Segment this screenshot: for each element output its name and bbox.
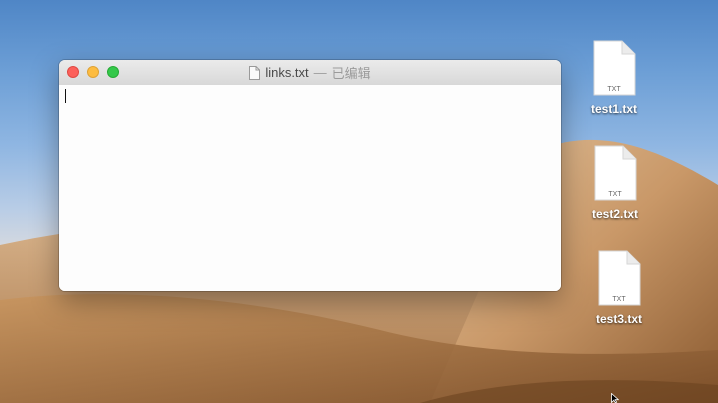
desktop-file-test2[interactable]: TXT test2.txt [575,145,655,221]
file-type-badge: TXT [608,191,622,198]
title-bar[interactable]: links.txt — 已编辑 [59,60,561,86]
desktop-file-test1[interactable]: TXT test1.txt [574,40,654,116]
text-caret [65,89,66,103]
edited-status: 已编辑 [331,66,371,81]
desktop-file-test3[interactable]: TXT test3.txt [579,250,659,326]
mouse-pointer-icon [611,393,619,403]
file-name-label: test2.txt [591,207,638,221]
title-separator: — [313,65,327,80]
file-type-badge: TXT [612,296,626,303]
file-name-label: test3.txt [595,312,642,326]
txt-file-icon: TXT [593,40,636,96]
desktop: links.txt — 已编辑 TXT test1.txt TXT test2.… [0,0,718,403]
window-title: links.txt — 已编辑 [59,60,561,85]
file-type-badge: TXT [607,86,621,93]
document-icon [249,65,261,80]
file-name-label: test1.txt [590,102,637,116]
text-editor-window[interactable]: links.txt — 已编辑 [59,60,561,291]
text-editor-area[interactable] [59,85,561,291]
window-file-name: links.txt [265,65,309,80]
txt-file-icon: TXT [598,250,641,306]
txt-file-icon: TXT [594,145,637,201]
